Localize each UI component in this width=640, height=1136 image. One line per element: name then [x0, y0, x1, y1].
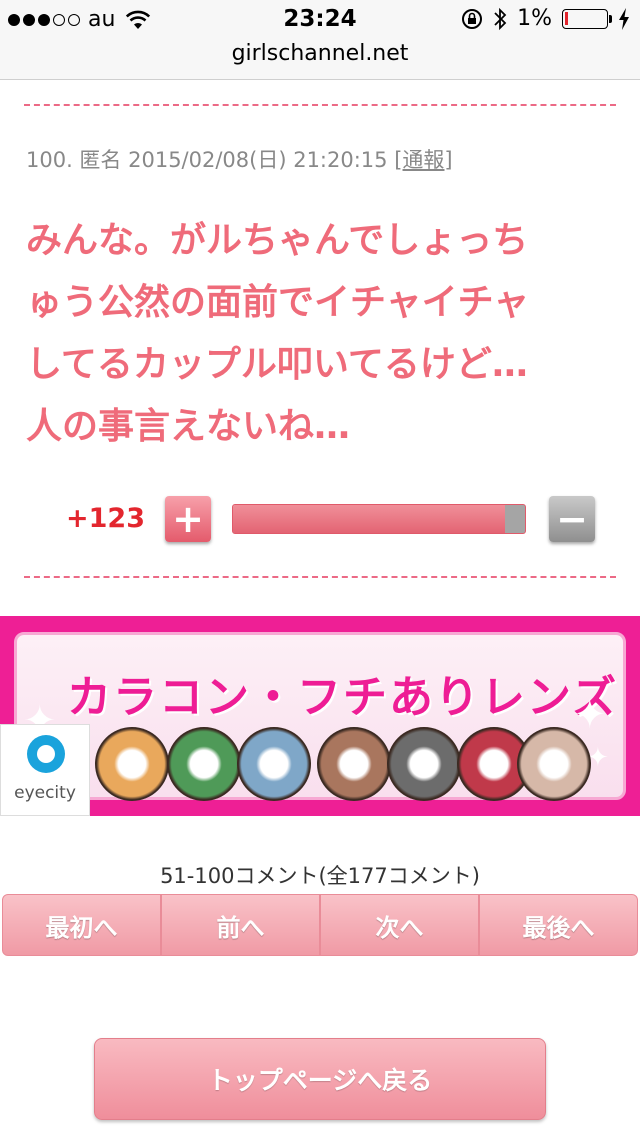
- lens-image: [95, 727, 169, 801]
- battery-percent: 1%: [517, 6, 552, 31]
- plus-vote-button[interactable]: +: [165, 496, 211, 542]
- status-right: 1%: [461, 6, 630, 31]
- vote-ratio-fill: [233, 505, 505, 533]
- lens-image: [517, 727, 591, 801]
- sparkle-icon: ✦: [573, 692, 607, 738]
- last-page-button[interactable]: 最後へ: [479, 894, 638, 956]
- report-link[interactable]: [通報]: [394, 148, 452, 172]
- comment-meta: 100. 匿名 2015/02/08(日) 21:20:15 [通報]: [26, 144, 453, 174]
- vote-ratio-bar: [232, 504, 526, 534]
- ad-title: カラコン・フチありレンズ: [67, 672, 619, 723]
- battery-icon: [562, 8, 612, 29]
- comment-line: 人の事言えないね…: [26, 406, 351, 447]
- lens-image: [387, 727, 461, 801]
- first-page-button[interactable]: 最初へ: [2, 894, 161, 956]
- bluetooth-icon: [494, 7, 507, 30]
- divider-top: [24, 104, 616, 106]
- eyecity-logo-text: eyecity: [14, 783, 76, 803]
- eyecity-mark-icon: [27, 735, 65, 773]
- site-domain: girlschannel.net: [231, 41, 409, 66]
- vote-score: +123: [66, 503, 145, 534]
- comment-range: 51-100コメント(全177コメント): [160, 864, 480, 888]
- rotation-lock-icon: [462, 8, 483, 29]
- lens-image: [237, 727, 311, 801]
- next-page-button[interactable]: 次へ: [320, 894, 479, 956]
- prev-page-button[interactable]: 前へ: [161, 894, 320, 956]
- comment-line: してるカップル叩いてるけど…: [26, 344, 528, 385]
- back-to-top-button[interactable]: トップページへ戻る: [94, 1038, 546, 1120]
- lens-image: [317, 727, 391, 801]
- comment-body: みんな。がルちゃんでしょっち ゅう公然の面前でイチャイチャ してるカップル叩いて…: [26, 210, 616, 458]
- ad-banner[interactable]: カラコン・フチありレンズ ✦ ✦ ✦: [0, 616, 640, 816]
- ad-banner-frame: カラコン・フチありレンズ ✦ ✦ ✦: [14, 632, 626, 801]
- charging-icon: [619, 7, 629, 30]
- address-bar[interactable]: girlschannel.net: [0, 40, 640, 80]
- comment-line: みんな。がルちゃんでしょっち: [26, 220, 529, 261]
- lens-image: [167, 727, 241, 801]
- pagination: 最初へ 前へ 次へ 最後へ: [2, 894, 638, 956]
- comment-header: 100. 匿名 2015/02/08(日) 21:20:15: [26, 148, 388, 172]
- eyecity-logo[interactable]: eyecity: [0, 724, 90, 816]
- comment-line: ゅう公然の面前でイチャイチャ: [26, 282, 530, 323]
- status-bar: au 23:24 1%: [0, 0, 640, 40]
- minus-vote-button[interactable]: −: [549, 496, 595, 542]
- divider-bottom: [24, 576, 616, 578]
